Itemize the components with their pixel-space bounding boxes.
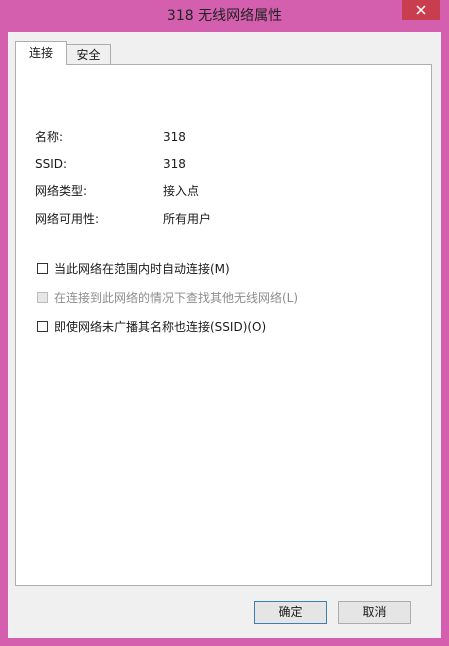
property-value: 318 bbox=[163, 157, 186, 171]
property-value: 所有用户 bbox=[163, 212, 212, 226]
ok-button[interactable]: 确定 bbox=[254, 601, 327, 624]
property-label: SSID: bbox=[35, 157, 68, 171]
cancel-button[interactable]: 取消 bbox=[338, 601, 411, 624]
checkbox-label: 当此网络在范围内时自动连接(M) bbox=[54, 262, 230, 276]
close-icon bbox=[416, 5, 426, 15]
property-label: 网络可用性: bbox=[35, 212, 100, 226]
checkbox-box[interactable] bbox=[37, 263, 48, 274]
tab-panel: 名称: 318 SSID: 318 网络类型: 接入点 网络可用性: 所有用户 … bbox=[15, 64, 432, 586]
checkbox-label: 即使网络未广播其名称也连接(SSID)(O) bbox=[54, 320, 267, 334]
tab-security[interactable]: 安全 bbox=[67, 44, 111, 65]
close-button[interactable] bbox=[402, 0, 440, 20]
property-value: 接入点 bbox=[163, 184, 200, 198]
window-title: 318 无线网络属性 bbox=[166, 8, 283, 24]
dialog-client: 连接 安全 名称: 318 SSID: 318 网络类型: 接入点 网络可用性:… bbox=[8, 32, 441, 638]
property-label: 网络类型: bbox=[35, 184, 88, 198]
property-label: 名称: bbox=[35, 130, 64, 144]
checkbox-box[interactable] bbox=[37, 321, 48, 332]
checkbox-label: 在连接到此网络的情况下查找其他无线网络(L) bbox=[54, 291, 299, 305]
tab-connection[interactable]: 连接 bbox=[15, 41, 67, 65]
property-value: 318 bbox=[163, 130, 186, 144]
checkbox-box bbox=[37, 292, 48, 303]
